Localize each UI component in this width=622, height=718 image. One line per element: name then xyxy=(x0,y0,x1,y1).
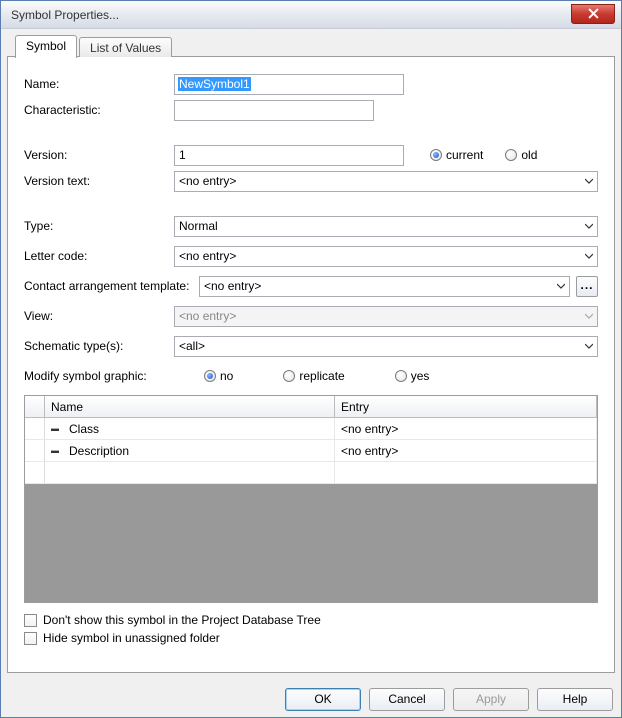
col-entry-header[interactable]: Entry xyxy=(335,396,597,417)
chevron-down-icon xyxy=(585,222,593,230)
radio-old[interactable]: old xyxy=(505,148,537,162)
radio-yes[interactable]: yes xyxy=(395,369,430,383)
tabstrip: Symbol List of Values xyxy=(15,35,615,57)
row-handle[interactable] xyxy=(25,462,45,483)
version-label: Version: xyxy=(24,148,174,162)
radio-dot-icon xyxy=(283,370,295,382)
characteristic-input[interactable] xyxy=(174,100,374,121)
col-name-header[interactable]: Name xyxy=(45,396,335,417)
row-handle[interactable] xyxy=(25,418,45,439)
table-row[interactable]: ▬ Class <no entry> xyxy=(25,418,597,440)
client-area: Symbol List of Values Name: NewSymbol1 /… xyxy=(1,29,621,681)
radio-replicate-label: replicate xyxy=(299,369,344,383)
checkbox-hide-unassigned[interactable] xyxy=(24,632,37,645)
button-bar: OK Cancel Apply Help xyxy=(1,681,621,717)
table-filler xyxy=(25,484,597,602)
view-combo: <no entry> xyxy=(174,306,598,327)
name-label: Name: xyxy=(24,77,174,91)
cancel-button[interactable]: Cancel xyxy=(369,688,445,711)
row-handle[interactable] xyxy=(25,440,45,461)
view-label: View: xyxy=(24,309,174,323)
close-button[interactable] xyxy=(571,4,615,24)
contact-template-label: Contact arrangement template: xyxy=(24,279,199,293)
radio-no-label: no xyxy=(220,369,233,383)
schematic-types-combo[interactable]: <all> xyxy=(174,336,598,357)
radio-replicate[interactable]: replicate xyxy=(283,369,344,383)
table-row-empty[interactable] xyxy=(25,462,597,484)
cell-name[interactable]: ▬ Class xyxy=(45,418,335,439)
modify-graphic-label: Modify symbol graphic: xyxy=(24,369,174,383)
chevron-down-icon xyxy=(557,282,565,290)
tab-panel: Name: NewSymbol1 // selection highlight … xyxy=(7,56,615,673)
version-text-combo[interactable]: <no entry> xyxy=(174,171,598,192)
radio-dot-icon xyxy=(395,370,407,382)
titlebar: Symbol Properties... xyxy=(1,1,621,29)
chevron-down-icon xyxy=(585,177,593,185)
characteristic-label: Characteristic: xyxy=(24,103,174,117)
radio-old-label: old xyxy=(521,148,537,162)
radio-yes-label: yes xyxy=(411,369,430,383)
checkbox-dont-show-label: Don't show this symbol in the Project Da… xyxy=(43,613,321,627)
letter-code-label: Letter code: xyxy=(24,249,174,263)
name-input[interactable]: NewSymbol1 xyxy=(174,74,404,95)
type-combo[interactable]: Normal xyxy=(174,216,598,237)
contact-template-combo[interactable]: <no entry> xyxy=(199,276,570,297)
apply-button: Apply xyxy=(453,688,529,711)
radio-current-label: current xyxy=(446,148,483,162)
radio-no[interactable]: no xyxy=(204,369,233,383)
checkbox-dont-show[interactable] xyxy=(24,614,37,627)
properties-table: Name Entry ▬ Class <no entry> xyxy=(24,395,598,603)
version-input[interactable] xyxy=(174,145,404,166)
radio-dot-icon xyxy=(505,149,517,161)
table-header: Name Entry xyxy=(25,396,597,418)
version-text-label: Version text: xyxy=(24,174,174,188)
radio-dot-icon xyxy=(204,370,216,382)
chevron-down-icon xyxy=(585,252,593,260)
divider xyxy=(24,131,598,132)
window-title: Symbol Properties... xyxy=(11,8,571,22)
type-label: Type: xyxy=(24,219,174,233)
chevron-down-icon xyxy=(585,312,593,320)
row-handle-header xyxy=(25,396,45,417)
browse-button[interactable]: ... xyxy=(576,276,598,297)
close-icon xyxy=(588,8,599,19)
link-icon: ▬ xyxy=(51,446,63,455)
cell-name[interactable]: ▬ Description xyxy=(45,440,335,461)
link-icon: ▬ xyxy=(51,424,63,433)
table-body: ▬ Class <no entry> ▬ Description <no ent… xyxy=(25,418,597,484)
schematic-types-label: Schematic type(s): xyxy=(24,339,174,353)
cell-entry[interactable]: <no entry> xyxy=(335,440,597,461)
tab-symbol[interactable]: Symbol xyxy=(15,35,77,58)
checkbox-hide-unassigned-label: Hide symbol in unassigned folder xyxy=(43,631,220,645)
radio-dot-icon xyxy=(430,149,442,161)
divider xyxy=(24,202,598,203)
cell-entry[interactable]: <no entry> xyxy=(335,418,597,439)
table-row[interactable]: ▬ Description <no entry> xyxy=(25,440,597,462)
chevron-down-icon xyxy=(585,342,593,350)
help-button[interactable]: Help xyxy=(537,688,613,711)
symbol-properties-dialog: Symbol Properties... Symbol List of Valu… xyxy=(0,0,622,718)
tab-list-of-values[interactable]: List of Values xyxy=(79,37,172,57)
ok-button[interactable]: OK xyxy=(285,688,361,711)
letter-code-combo[interactable]: <no entry> xyxy=(174,246,598,267)
radio-current[interactable]: current xyxy=(430,148,483,162)
